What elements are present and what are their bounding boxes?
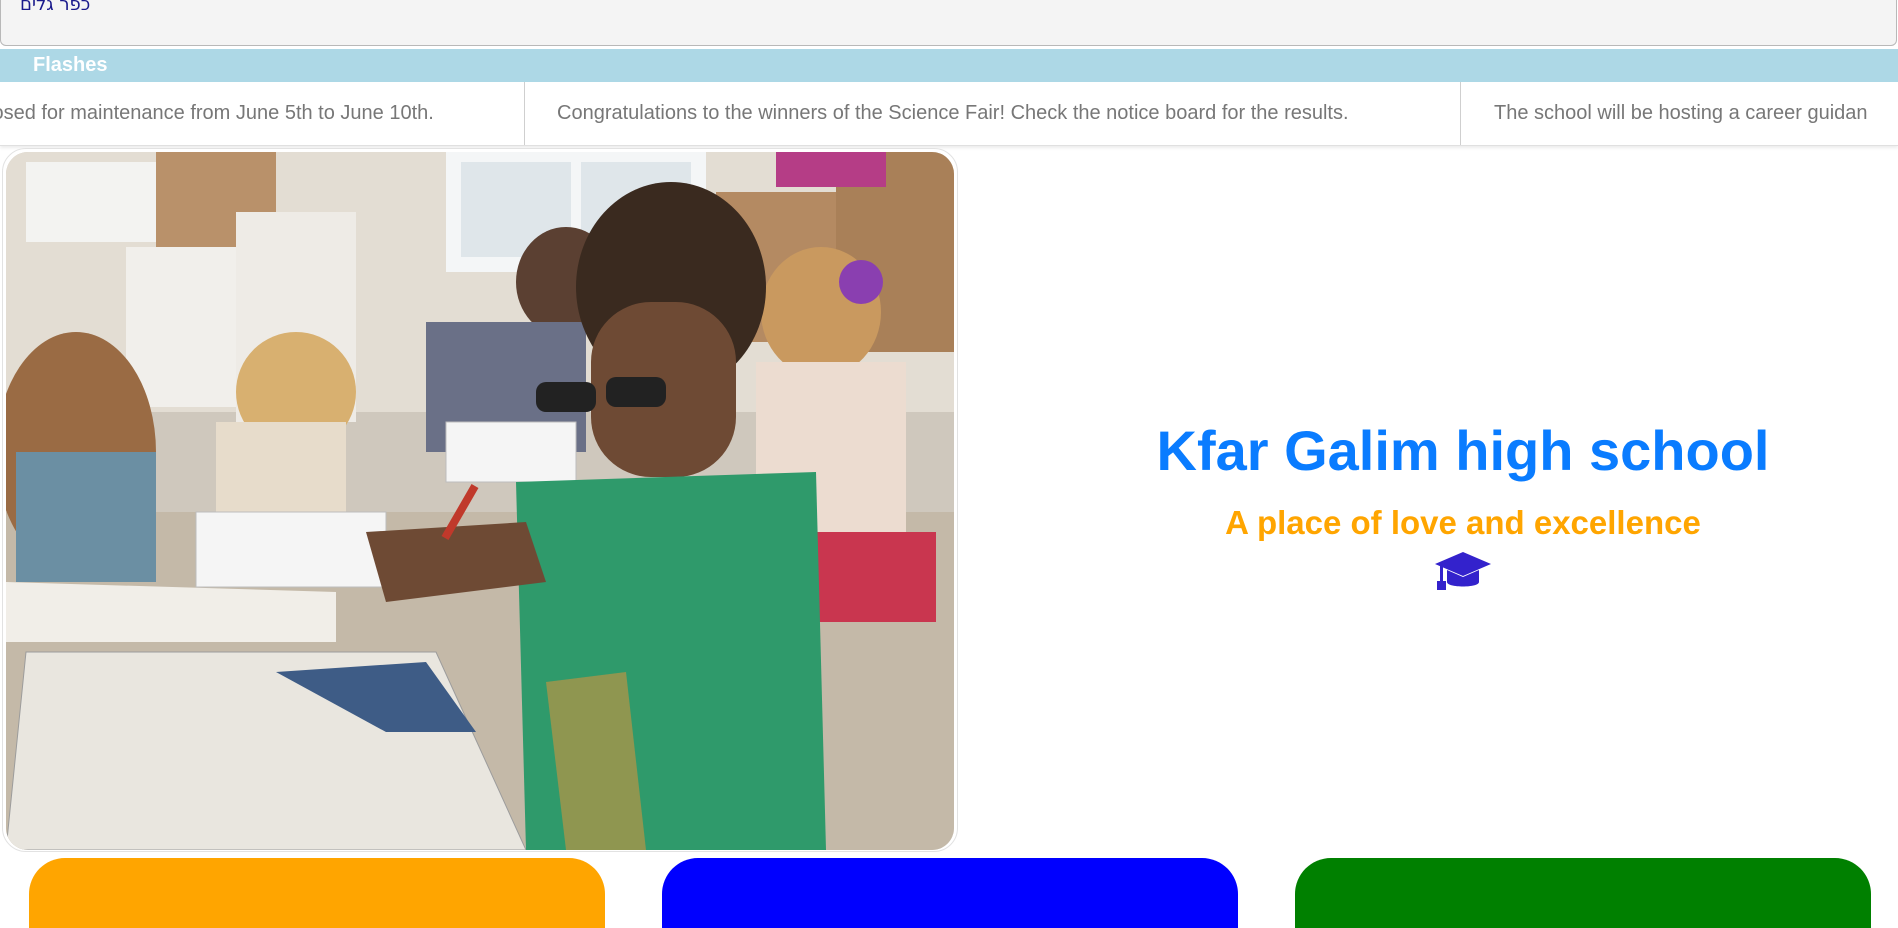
hero-image <box>6 152 954 850</box>
graduation-cap-icon <box>1434 550 1492 594</box>
flashes-ticker: losed for maintenance from June 5th to J… <box>0 82 1898 146</box>
flash-item: Congratulations to the winners of the Sc… <box>557 102 1349 124</box>
flash-separator <box>524 82 525 145</box>
feature-card-blue[interactable] <box>662 858 1238 928</box>
flash-item: The school will be hosting a career guid… <box>1494 102 1868 124</box>
feature-card-green[interactable] <box>1295 858 1871 928</box>
flash-separator <box>1460 82 1461 145</box>
flash-item: losed for maintenance from June 5th to J… <box>0 102 434 124</box>
top-header: כפר גלים <box>0 0 1897 46</box>
flashes-bar: Flashes <box>0 49 1898 82</box>
school-title: Kfar Galim high school <box>1156 419 1770 482</box>
school-subtitle: A place of love and excellence <box>1225 504 1701 541</box>
school-hebrew-name: כפר גלים <box>20 0 91 15</box>
feature-card-orange[interactable] <box>29 858 605 928</box>
flashes-title: Flashes <box>33 54 108 76</box>
